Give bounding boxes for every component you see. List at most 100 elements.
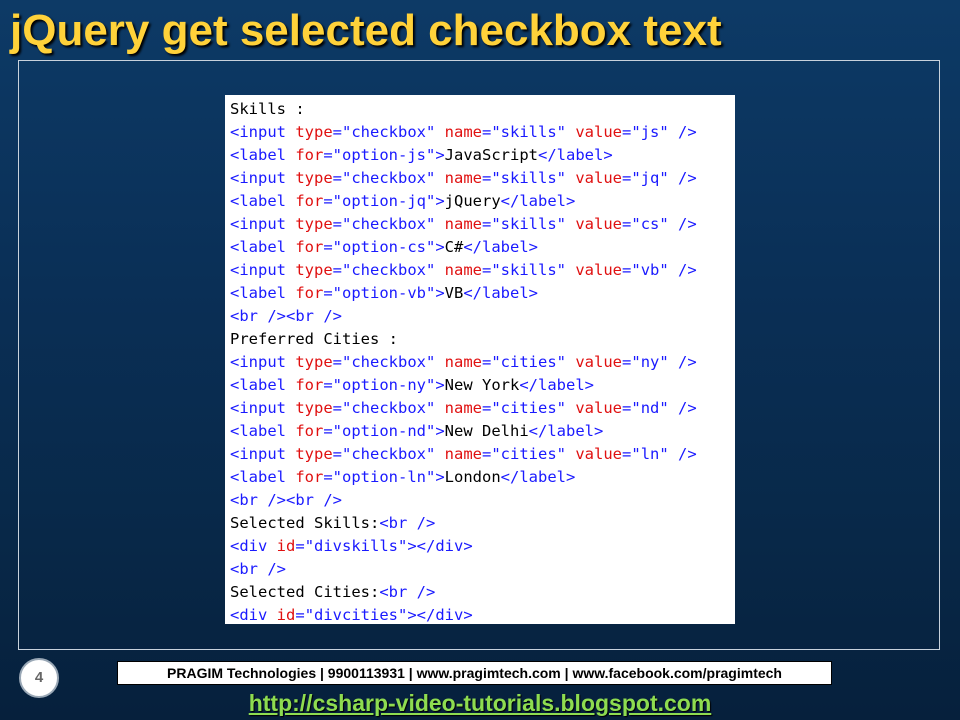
code-token-tag: > bbox=[435, 238, 445, 256]
code-line: <input type="checkbox" name="skills" val… bbox=[230, 167, 735, 190]
code-token-val: "jq" bbox=[631, 169, 669, 187]
code-line: <label for="option-cs">C#</label> bbox=[230, 236, 735, 259]
code-line: <input type="checkbox" name="cities" val… bbox=[230, 351, 735, 374]
code-token-attr: id bbox=[276, 537, 296, 555]
code-token-txt: London bbox=[444, 468, 501, 486]
code-token-val: "option-jq" bbox=[332, 192, 436, 210]
code-token-attr: value bbox=[575, 215, 623, 233]
code-token-tag: ></div> bbox=[407, 537, 473, 555]
code-line: <label for="option-js">JavaScript</label… bbox=[230, 144, 735, 167]
code-token-tag: </label> bbox=[500, 468, 576, 486]
code-token-tag: = bbox=[295, 606, 305, 624]
code-token-tag: <label bbox=[230, 284, 296, 302]
code-token-val: "cs" bbox=[631, 215, 669, 233]
code-token-val: "skills" bbox=[491, 123, 566, 141]
code-token-val: "js" bbox=[631, 123, 669, 141]
code-token-tag: > bbox=[435, 468, 445, 486]
code-token-tag: = bbox=[622, 215, 632, 233]
code-token-tag: <input bbox=[230, 399, 296, 417]
code-token-tag: = bbox=[622, 123, 632, 141]
code-token-tag: = bbox=[622, 169, 632, 187]
code-token-tag: /> bbox=[668, 353, 697, 371]
code-token-attr: value bbox=[575, 261, 623, 279]
code-token-val: "divskills" bbox=[304, 537, 408, 555]
code-token-tag: <label bbox=[230, 422, 296, 440]
code-token-tag: = bbox=[622, 261, 632, 279]
code-token-tag bbox=[566, 399, 575, 417]
code-token-attr: value bbox=[575, 399, 623, 417]
code-token-attr: value bbox=[575, 445, 623, 463]
code-token-attr: id bbox=[276, 606, 296, 624]
code-token-tag: <div bbox=[230, 606, 277, 624]
code-token-tag: = bbox=[323, 238, 333, 256]
code-token-tag bbox=[435, 445, 444, 463]
code-token-tag: <br /><br /> bbox=[230, 491, 342, 509]
code-token-tag: /> bbox=[668, 215, 697, 233]
code-token-val: "ny" bbox=[631, 353, 669, 371]
code-token-val: "checkbox" bbox=[342, 399, 436, 417]
blog-link[interactable]: http://csharp-video-tutorials.blogspot.c… bbox=[0, 688, 960, 718]
code-token-attr: for bbox=[295, 192, 324, 210]
code-token-val: "cities" bbox=[491, 399, 566, 417]
code-token-tag: <input bbox=[230, 123, 296, 141]
code-token-tag: = bbox=[622, 353, 632, 371]
code-token-tag: /> bbox=[668, 123, 697, 141]
code-token-tag: </label> bbox=[463, 238, 538, 256]
code-line: <div id="divcities"></div> bbox=[230, 604, 735, 627]
code-token-tag: <br /> bbox=[230, 560, 286, 578]
code-token-tag: = bbox=[332, 445, 342, 463]
code-token-attr: for bbox=[295, 238, 324, 256]
code-token-val: "nd" bbox=[631, 399, 669, 417]
code-token-tag bbox=[566, 169, 575, 187]
code-token-tag bbox=[435, 169, 444, 187]
code-token-attr: for bbox=[295, 146, 324, 164]
code-token-attr: for bbox=[295, 468, 324, 486]
code-token-txt: Skills : bbox=[230, 100, 305, 118]
code-token-tag: <input bbox=[230, 215, 296, 233]
code-token-tag: > bbox=[435, 192, 445, 210]
code-token-tag: = bbox=[332, 353, 342, 371]
slide-title: jQuery get selected checkbox text bbox=[10, 6, 722, 55]
code-token-attr: type bbox=[295, 215, 333, 233]
code-token-tag: = bbox=[323, 146, 333, 164]
code-token-attr: for bbox=[295, 422, 324, 440]
code-token-attr: name bbox=[444, 399, 482, 417]
code-token-tag: </label> bbox=[528, 422, 604, 440]
code-token-val: "checkbox" bbox=[342, 261, 436, 279]
code-token-val: "checkbox" bbox=[342, 215, 436, 233]
code-token-val: "checkbox" bbox=[342, 445, 436, 463]
code-token-tag: <div bbox=[230, 537, 277, 555]
code-token-tag: = bbox=[323, 422, 333, 440]
code-token-tag: </label> bbox=[538, 146, 613, 164]
code-line: <label for="option-nd">New Delhi</label> bbox=[230, 420, 735, 443]
code-token-tag: > bbox=[435, 284, 445, 302]
code-token-attr: type bbox=[295, 261, 333, 279]
code-token-tag: = bbox=[482, 123, 492, 141]
code-token-val: "skills" bbox=[491, 169, 566, 187]
code-token-attr: value bbox=[575, 123, 623, 141]
code-line: <label for="option-ln">London</label> bbox=[230, 466, 735, 489]
code-token-attr: name bbox=[444, 445, 482, 463]
code-token-tag: > bbox=[435, 146, 445, 164]
code-token-tag: = bbox=[332, 261, 342, 279]
code-token-attr: name bbox=[444, 123, 482, 141]
code-token-val: "checkbox" bbox=[342, 123, 436, 141]
code-token-tag: /> bbox=[668, 399, 697, 417]
code-line: <input type="checkbox" name="skills" val… bbox=[230, 259, 735, 282]
code-line: <input type="checkbox" name="cities" val… bbox=[230, 397, 735, 420]
code-token-attr: for bbox=[295, 284, 324, 302]
code-token-tag bbox=[435, 123, 444, 141]
code-token-attr: type bbox=[295, 123, 333, 141]
code-token-tag bbox=[566, 261, 575, 279]
code-token-val: "cities" bbox=[491, 353, 566, 371]
code-line: Selected Skills:<br /> bbox=[230, 512, 735, 535]
code-token-val: "option-ln" bbox=[332, 468, 436, 486]
code-line: <label for="option-ny">New York</label> bbox=[230, 374, 735, 397]
code-token-tag: <input bbox=[230, 261, 296, 279]
code-token-attr: type bbox=[295, 169, 333, 187]
code-token-val: "option-nd" bbox=[332, 422, 436, 440]
code-token-val: "ln" bbox=[631, 445, 669, 463]
code-token-tag: = bbox=[482, 445, 492, 463]
code-token-tag: = bbox=[622, 445, 632, 463]
code-line: Selected Cities:<br /> bbox=[230, 581, 735, 604]
